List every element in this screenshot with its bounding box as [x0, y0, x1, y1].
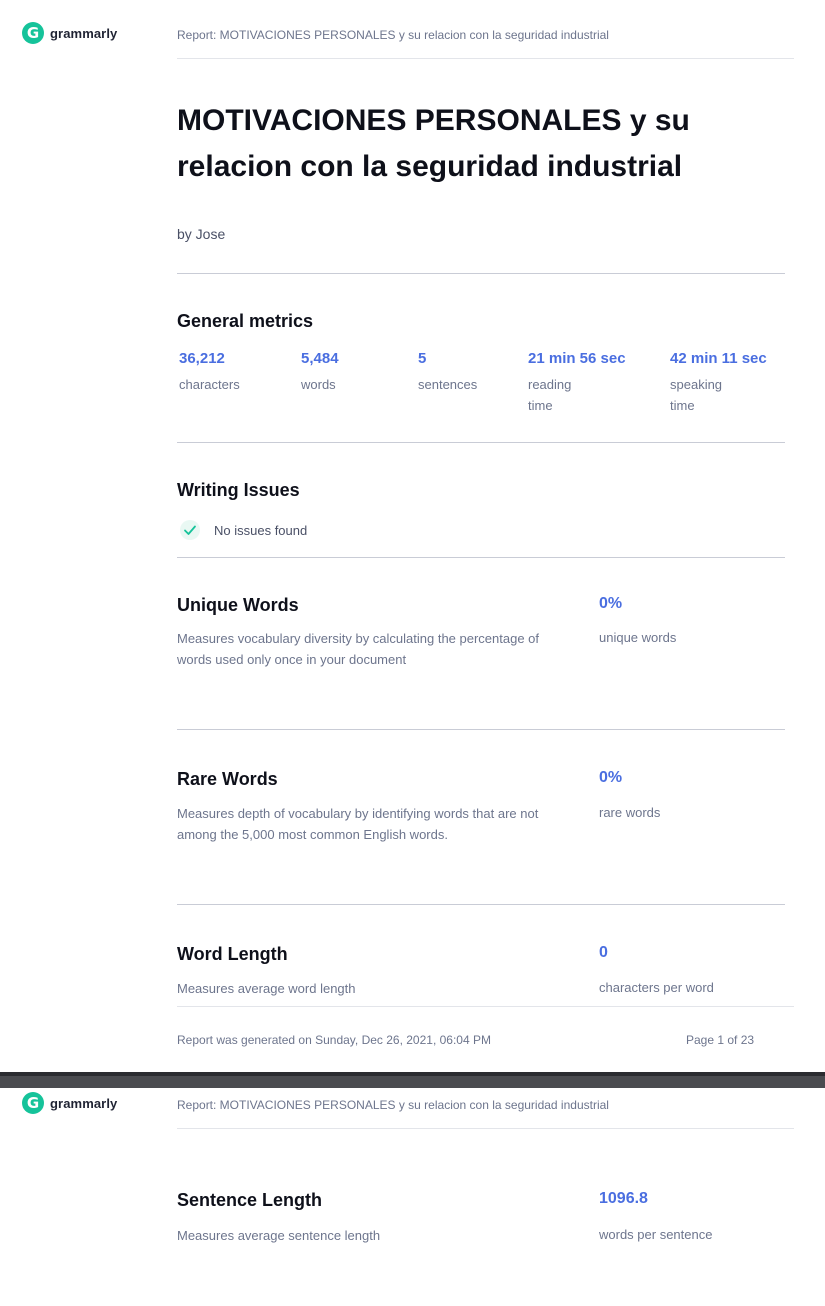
metric-label: characters — [179, 377, 240, 392]
metric-value: 5,484 — [301, 350, 339, 367]
report-header-title: Report: MOTIVACIONES PERSONALES y su rel… — [177, 28, 609, 42]
metric-value: 36,212 — [179, 350, 225, 367]
unique-words-unit: unique words — [599, 630, 677, 645]
report-page-1: G grammarly Report: MOTIVACIONES PERSONA… — [0, 0, 825, 1072]
sentence-length-description: Measures average sentence length — [177, 1228, 381, 1243]
rare-words-description: Measures depth of vocabulary by identify… — [177, 806, 539, 842]
word-length-unit: characters per word — [599, 980, 714, 995]
metric-words: 5,484 words — [301, 350, 391, 395]
unique-words-description: Measures vocabulary diversity by calcula… — [177, 631, 540, 667]
metric-value: 21 min 56 sec — [528, 350, 626, 367]
metric-label: reading time — [528, 377, 572, 413]
document-title: MOTIVACIONES PERSONALES y su relacion co… — [177, 104, 690, 183]
divider — [177, 442, 785, 443]
metric-label: speaking time — [670, 377, 723, 413]
no-issues-text: No issues found — [214, 522, 308, 538]
unique-words-heading: Unique Words — [177, 595, 299, 615]
page-number: Page 1 of 23 — [686, 1033, 755, 1047]
rare-words-unit: rare words — [599, 805, 661, 820]
word-length-description: Measures average word length — [177, 981, 356, 996]
grammarly-logo: G grammarly — [22, 22, 117, 44]
metric-reading-time: 21 min 56 sec reading time — [528, 350, 626, 416]
metric-value: 42 min 11 sec — [670, 350, 767, 367]
word-length-value: 0 — [599, 944, 608, 961]
divider — [177, 273, 785, 274]
brand-name: grammarly — [50, 25, 118, 41]
rare-words-value: 0% — [599, 769, 623, 786]
sentence-length-value: 1096.8 — [599, 1190, 648, 1207]
metric-speaking-time: 42 min 11 sec speaking time — [670, 350, 767, 416]
metric-sentences: 5 sentences — [418, 350, 508, 395]
header-divider — [177, 58, 794, 59]
metric-characters: 36,212 characters — [179, 350, 269, 395]
metric-label: sentences — [418, 377, 478, 392]
footer-divider — [177, 1006, 794, 1007]
sentence-length-unit: words per sentence — [599, 1227, 713, 1242]
rare-words-heading: Rare Words — [177, 769, 278, 789]
grammarly-g-icon: G — [22, 22, 44, 44]
divider — [177, 729, 785, 730]
document-author: by Jose — [177, 226, 226, 242]
report-page-2: G grammarly Report: MOTIVACIONES PERSONA… — [0, 1088, 825, 1306]
metric-label: words — [301, 377, 336, 392]
word-length-heading: Word Length — [177, 944, 288, 964]
general-metrics-heading: General metrics — [177, 311, 314, 331]
divider — [177, 557, 785, 558]
writing-issues-heading: Writing Issues — [177, 480, 300, 500]
no-issues-row: No issues found — [180, 520, 307, 540]
sentence-length-heading: Sentence Length — [177, 1190, 323, 1210]
checkmark-icon — [180, 520, 200, 540]
report-generated-date: Report was generated on Sunday, Dec 26, … — [177, 1033, 491, 1047]
header-divider — [177, 1128, 794, 1129]
report-header-title: Report: MOTIVACIONES PERSONALES y su rel… — [177, 1098, 609, 1112]
divider — [177, 904, 785, 905]
grammarly-g-icon: G — [22, 1092, 44, 1114]
brand-name: grammarly — [50, 1095, 118, 1111]
unique-words-value: 0% — [599, 595, 623, 612]
metric-value: 5 — [418, 350, 427, 367]
grammarly-logo: G grammarly — [22, 1092, 117, 1114]
page-separator — [0, 1072, 825, 1088]
